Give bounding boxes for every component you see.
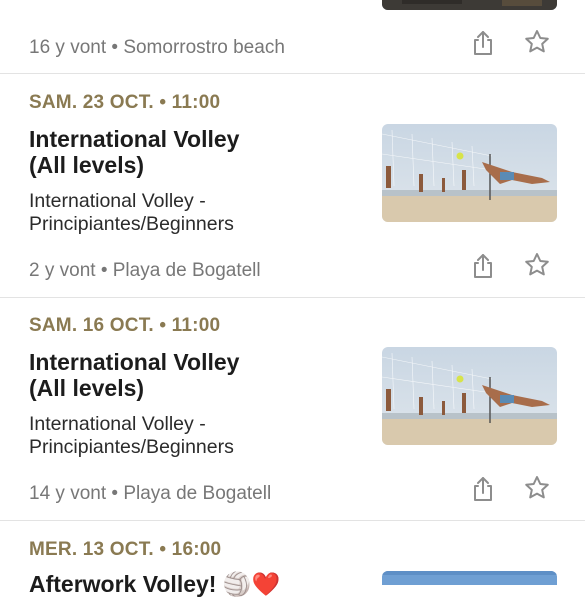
star-icon[interactable] [523,251,551,279]
event-description: International Volley - Principiantes/Beg… [29,413,359,459]
event-title[interactable]: International Volley (All levels) [29,126,359,178]
event-title-line: (All levels) [29,152,145,178]
event-thumbnail[interactable] [382,347,557,445]
share-icon[interactable] [469,475,497,503]
star-icon[interactable] [523,28,551,56]
event-thumbnail-partial-top[interactable] [382,0,557,10]
event-description-line: International Volley - [29,413,206,435]
event-title[interactable]: International Volley (All levels) [29,349,359,401]
divider [0,297,585,298]
divider [0,73,585,74]
event-thumbnail[interactable] [382,571,557,585]
event-attendance-location: 2 y vont • Playa de Bogatell [29,260,261,281]
star-icon[interactable] [523,474,551,502]
event-title-line: International Volley [29,126,240,152]
event-description-line: Principiantes/Beginners [29,213,234,235]
event-date: MER. 13 OCT. • 16:00 [29,539,222,560]
event-description: International Volley - Principiantes/Beg… [29,190,359,236]
divider [0,520,585,521]
event-description-line: Principiantes/Beginners [29,436,234,458]
event-title-line: International Volley [29,349,240,375]
event-attendance-location: 16 y vont • Somorrostro beach [29,37,285,58]
event-title-line: (All levels) [29,375,145,401]
event-thumbnail[interactable] [382,124,557,222]
share-icon[interactable] [469,252,497,280]
event-description-line: International Volley - [29,190,206,212]
event-attendance-location: 14 y vont • Playa de Bogatell [29,483,272,504]
share-icon[interactable] [469,29,497,57]
event-date: SAM. 23 OCT. • 11:00 [29,92,221,113]
event-date: SAM. 16 OCT. • 11:00 [29,315,221,336]
event-title[interactable]: Afterwork Volley! 🏐❤️ [29,571,374,597]
